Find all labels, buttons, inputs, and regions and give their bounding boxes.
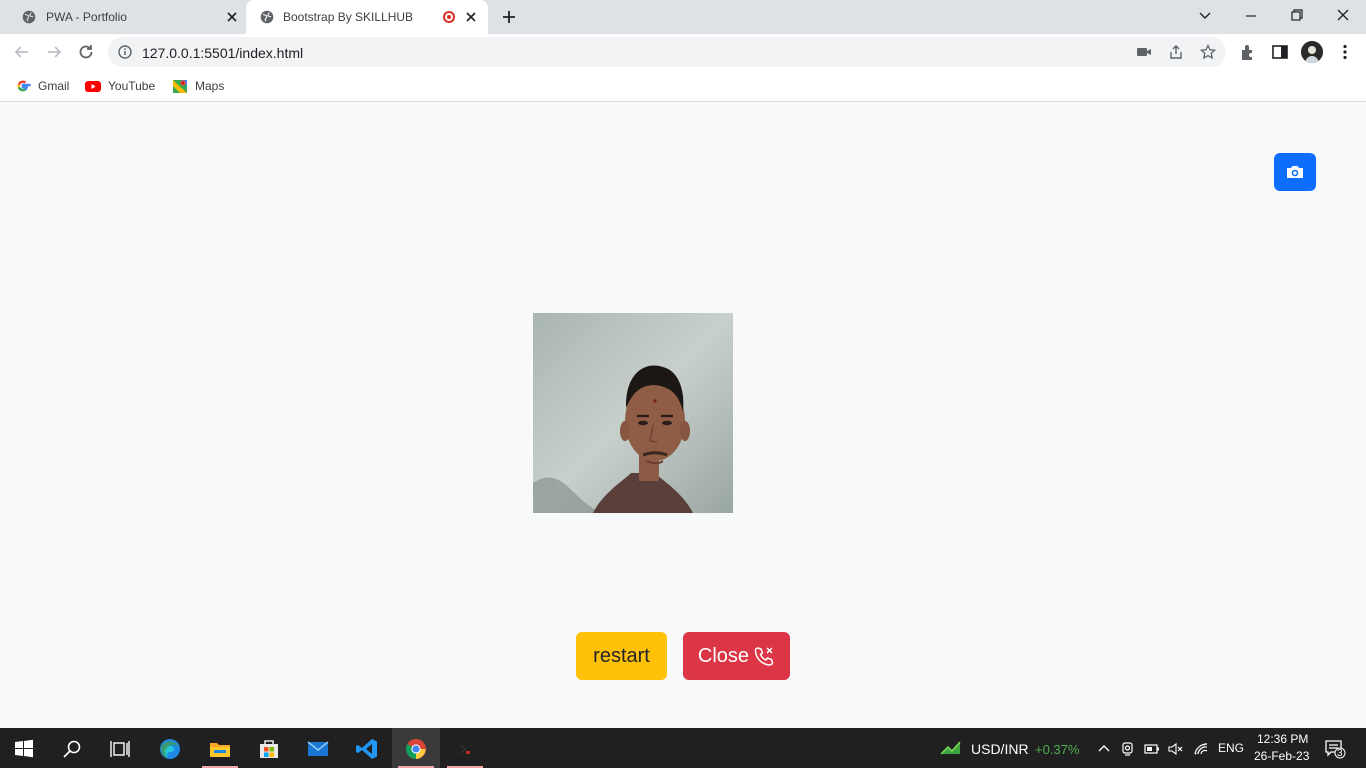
globe-icon xyxy=(260,10,274,24)
wifi-icon[interactable] xyxy=(1193,741,1209,757)
bookmark-star-icon[interactable] xyxy=(1200,44,1216,60)
tab-title: PWA - Portfolio xyxy=(46,10,127,24)
bookmark-gmail[interactable]: Gmail xyxy=(15,77,69,95)
vscode-icon[interactable] xyxy=(343,728,391,768)
restart-button[interactable]: restart xyxy=(576,632,667,680)
browser-toolbar: 127.0.0.1:5501/index.html xyxy=(0,34,1366,70)
close-tab-icon[interactable] xyxy=(465,11,477,23)
extensions-icon[interactable] xyxy=(1239,43,1257,61)
tab-pwa-portfolio[interactable]: PWA - Portfolio xyxy=(4,0,246,34)
captured-photo xyxy=(533,313,733,513)
bookmark-maps[interactable]: Maps xyxy=(172,77,224,95)
restore-icon[interactable] xyxy=(1286,6,1308,26)
tab-strip: PWA - Portfolio Bootstrap By SKILLHUB xyxy=(0,0,1366,34)
camera-in-use-icon[interactable] xyxy=(1136,44,1152,60)
clock-date[interactable]: 26-Feb-23 xyxy=(1254,749,1309,763)
menu-kebab-icon[interactable] xyxy=(1336,43,1354,61)
tab-search-chevron-icon[interactable] xyxy=(1194,6,1216,26)
phone-x-icon xyxy=(754,647,774,666)
capture-photo-button[interactable] xyxy=(1274,153,1316,191)
back-icon[interactable] xyxy=(13,43,31,61)
language-indicator[interactable]: ENG xyxy=(1218,741,1244,755)
reload-icon[interactable] xyxy=(77,43,95,61)
mail-icon[interactable] xyxy=(294,728,342,768)
search-icon[interactable] xyxy=(48,728,96,768)
microsoft-store-icon[interactable] xyxy=(245,728,293,768)
page-content: restart Close xyxy=(0,103,1366,728)
bookmark-youtube[interactable]: YouTube xyxy=(85,77,155,95)
close-button-label: Close xyxy=(697,644,750,667)
profile-avatar[interactable] xyxy=(1301,41,1323,63)
edge-browser-icon[interactable] xyxy=(146,728,194,768)
new-tab-icon[interactable] xyxy=(500,8,518,26)
volume-muted-icon[interactable] xyxy=(1168,741,1184,757)
bookmark-label: Maps xyxy=(195,79,225,93)
globe-icon xyxy=(22,10,36,24)
forward-icon[interactable] xyxy=(45,43,63,61)
notification-count: 3 xyxy=(1337,748,1343,759)
google-maps-icon xyxy=(172,78,188,94)
chevron-up-icon[interactable] xyxy=(1096,741,1112,757)
ticker-change: +0.37% xyxy=(1035,742,1080,757)
close-window-icon[interactable] xyxy=(1332,6,1354,26)
share-icon[interactable] xyxy=(1168,44,1184,60)
battery-icon[interactable] xyxy=(1144,741,1160,757)
webcam-tray-icon[interactable] xyxy=(1120,741,1136,757)
url-text[interactable]: 127.0.0.1:5501/index.html xyxy=(142,45,303,61)
minimize-icon[interactable] xyxy=(1240,6,1262,26)
close-call-button[interactable]: Close xyxy=(683,632,790,680)
stock-chart-icon xyxy=(940,740,964,756)
close-tab-icon[interactable] xyxy=(226,11,238,23)
clock-time[interactable]: 12:36 PM xyxy=(1257,732,1308,746)
bookmarks-bar: Gmail YouTube Maps xyxy=(0,70,1366,102)
bookmark-label: Gmail xyxy=(38,79,70,93)
google-g-icon xyxy=(15,78,31,94)
bookmark-label: YouTube xyxy=(108,79,156,93)
ticker-symbol[interactable]: USD/INR xyxy=(971,741,1029,757)
file-explorer-icon[interactable] xyxy=(196,728,244,768)
chrome-icon[interactable] xyxy=(392,728,440,768)
tab-bootstrap-skillhub[interactable]: Bootstrap By SKILLHUB xyxy=(246,0,488,34)
terminal-app-icon[interactable] xyxy=(441,728,489,768)
youtube-icon xyxy=(85,78,101,94)
recording-indicator-icon xyxy=(443,11,455,23)
address-bar[interactable]: 127.0.0.1:5501/index.html xyxy=(108,37,1226,67)
site-info-icon[interactable] xyxy=(118,45,132,59)
windows-start-icon[interactable] xyxy=(0,728,48,768)
side-panel-icon[interactable] xyxy=(1271,43,1289,61)
task-view-icon[interactable] xyxy=(96,728,144,768)
windows-taskbar: USD/INR +0.37% ENG 12:36 PM 26-Feb-23 3 xyxy=(0,728,1366,768)
tab-title: Bootstrap By SKILLHUB xyxy=(283,10,414,24)
